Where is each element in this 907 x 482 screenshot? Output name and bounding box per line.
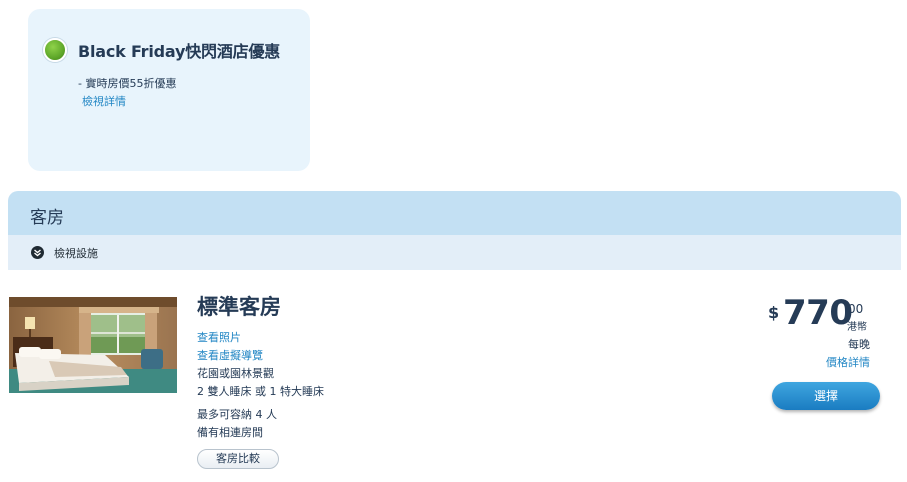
select-room-button[interactable]: 選擇 bbox=[772, 382, 880, 410]
price-details-link[interactable]: 價格詳情 bbox=[826, 354, 870, 370]
promo-card: Black Friday快閃酒店優惠 - 實時房價55折優惠 檢視詳情 bbox=[28, 9, 310, 171]
view-photos-link[interactable]: 查看照片 bbox=[197, 329, 241, 345]
price-amount: 770 bbox=[783, 293, 853, 333]
room-max-occupancy: 最多可容納 4 人 bbox=[197, 408, 277, 421]
green-dot-icon bbox=[43, 38, 67, 62]
virtual-tour-link[interactable]: 查看虛擬導覽 bbox=[197, 347, 263, 363]
room-photo[interactable] bbox=[9, 297, 177, 393]
chevron-down-icon[interactable] bbox=[31, 246, 44, 259]
room-photo-illustration bbox=[9, 297, 177, 393]
promo-details-link[interactable]: 檢視詳情 bbox=[82, 93, 126, 109]
amenities-toggle-bar[interactable]: 檢視設施 bbox=[8, 235, 901, 270]
room-connecting-rooms: 備有相連房間 bbox=[197, 426, 263, 439]
rooms-section-header: 客房 bbox=[8, 191, 901, 235]
price-currency-unit: 港幣 bbox=[847, 322, 867, 333]
rooms-section-title: 客房 bbox=[30, 208, 64, 228]
compare-rooms-button[interactable]: 客房比較 bbox=[197, 449, 279, 469]
price-per-night: 每晚 bbox=[848, 338, 870, 351]
amenities-toggle-label[interactable]: 檢視設施 bbox=[54, 245, 98, 261]
price-currency-symbol: $ bbox=[768, 303, 780, 322]
promo-detail-line: - 實時房價55折優惠 bbox=[78, 77, 177, 90]
room-name: 標準客房 bbox=[197, 295, 281, 319]
room-view-type: 花園或園林景觀 bbox=[197, 367, 274, 380]
room-bed-config: 2 雙人睡床 或 1 特大睡床 bbox=[197, 385, 324, 398]
promo-title: Black Friday快閃酒店優惠 bbox=[78, 42, 281, 61]
price-cents: 00 bbox=[848, 302, 864, 316]
